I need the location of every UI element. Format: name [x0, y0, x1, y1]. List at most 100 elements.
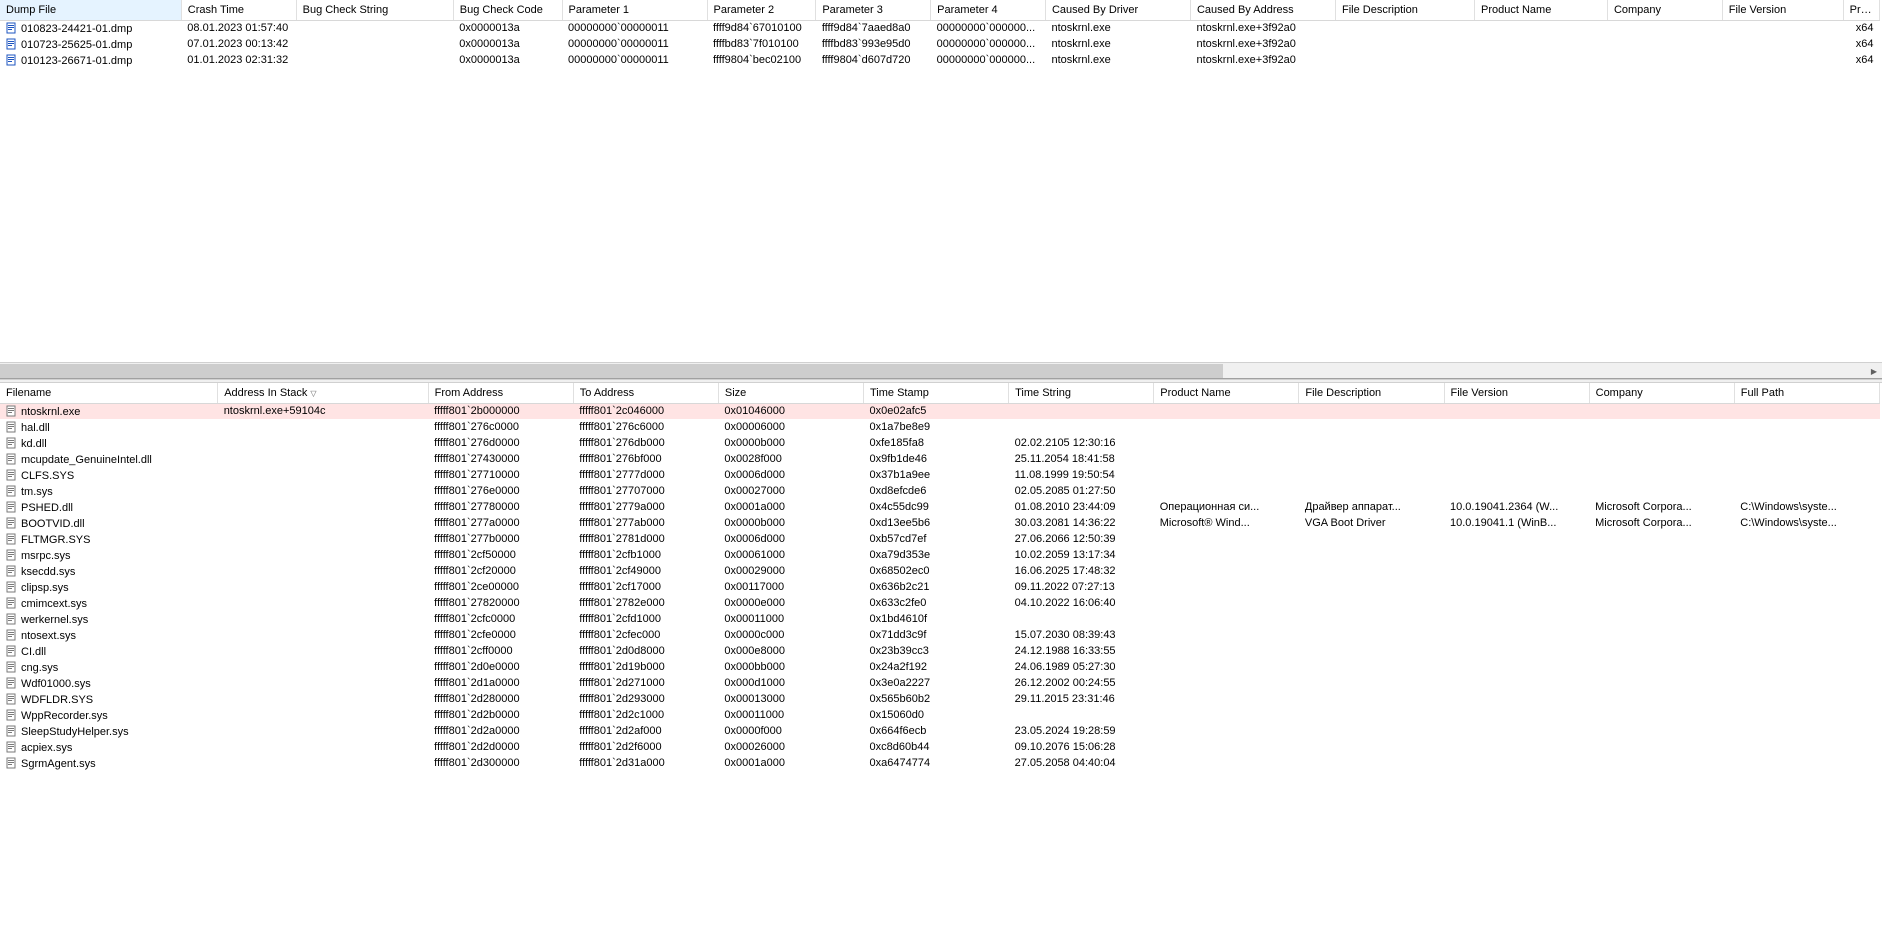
module-row[interactable]: mcupdate_GenuineIntel.dllfffff801`274300… [0, 451, 1880, 467]
cell-comp [1589, 627, 1734, 643]
module-row[interactable]: clipsp.sysfffff801`2ce00000fffff801`2cf1… [0, 579, 1880, 595]
cell-path: C:\Windows\syste... [1734, 499, 1879, 515]
module-row[interactable]: cng.sysfffff801`2d0e0000fffff801`2d19b00… [0, 659, 1880, 675]
module-row[interactable]: kd.dllfffff801`276d0000fffff801`276db000… [0, 435, 1880, 451]
module-row[interactable]: ntosext.sysfffff801`2cfe0000fffff801`2cf… [0, 627, 1880, 643]
module-row[interactable]: Wdf01000.sysfffff801`2d1a0000fffff801`2d… [0, 675, 1880, 691]
file-icon [6, 581, 18, 593]
column-header-from[interactable]: From Address [428, 383, 573, 403]
scroll-right-arrow[interactable]: ▶ [1866, 363, 1882, 379]
cell-tstr: 25.11.2054 18:41:58 [1009, 451, 1154, 467]
cell-size: 0x0006d000 [718, 531, 863, 547]
dump-row[interactable]: 010723-25625-01.dmp07.01.2023 00:13:420x… [0, 36, 1880, 52]
module-row[interactable]: cmimcext.sysfffff801`27820000fffff801`27… [0, 595, 1880, 611]
column-header-fn[interactable]: Filename [0, 383, 218, 403]
module-row[interactable]: tm.sysfffff801`276e0000fffff801`27707000… [0, 483, 1880, 499]
module-row[interactable]: acpiex.sysfffff801`2d2d0000fffff801`2d2f… [0, 739, 1880, 755]
cell-from: fffff801`27710000 [428, 467, 573, 483]
column-header-bcc[interactable]: Bug Check Code [453, 0, 562, 20]
cell-size: 0x0001a000 [718, 755, 863, 771]
column-header-p3[interactable]: Parameter 3 [816, 0, 931, 20]
column-header-cbd[interactable]: Caused By Driver [1045, 0, 1190, 20]
module-row[interactable]: PSHED.dllfffff801`27780000fffff801`2779a… [0, 499, 1880, 515]
cell-prod [1154, 451, 1299, 467]
cell-from: fffff801`27430000 [428, 451, 573, 467]
cell-tstr: 16.06.2025 17:48:32 [1009, 563, 1154, 579]
module-row[interactable]: WDFLDR.SYSfffff801`2d280000fffff801`2d29… [0, 691, 1880, 707]
horizontal-scrollbar[interactable]: ◀ ▶ [0, 362, 1882, 378]
cell-crash: 08.01.2023 01:57:40 [181, 20, 296, 36]
cell-to: fffff801`2781d000 [573, 531, 718, 547]
column-header-p2[interactable]: Parameter 2 [707, 0, 816, 20]
file-icon [6, 485, 18, 497]
column-header-fdesc[interactable]: File Description [1336, 0, 1475, 20]
cell-fn: kd.dll [0, 435, 218, 451]
column-header-ts[interactable]: Time Stamp [864, 383, 1009, 403]
cell-fn: PSHED.dll [0, 499, 218, 515]
module-row[interactable]: hal.dllfffff801`276c0000fffff801`276c600… [0, 419, 1880, 435]
cell-fdesc [1299, 707, 1444, 723]
cell-from: fffff801`276c0000 [428, 419, 573, 435]
module-row[interactable]: BOOTVID.dllfffff801`277a0000fffff801`277… [0, 515, 1880, 531]
cell-path [1734, 675, 1879, 691]
column-header-pname[interactable]: Product Name [1475, 0, 1608, 20]
cell-path [1734, 435, 1879, 451]
module-row[interactable]: SleepStudyHelper.sysfffff801`2d2a0000fff… [0, 723, 1880, 739]
column-header-ais[interactable]: Address In Stack▽ [218, 383, 428, 403]
cell-comp [1589, 563, 1734, 579]
column-header-comp[interactable]: Company [1589, 383, 1734, 403]
column-header-fver[interactable]: File Version [1444, 383, 1589, 403]
cell-size: 0x00011000 [718, 611, 863, 627]
column-header-tstr[interactable]: Time String [1009, 383, 1154, 403]
module-row[interactable]: SgrmAgent.sysfffff801`2d300000fffff801`2… [0, 755, 1880, 771]
module-row[interactable]: WppRecorder.sysfffff801`2d2b0000fffff801… [0, 707, 1880, 723]
cell-ts: 0x636b2c21 [864, 579, 1009, 595]
column-header-comp[interactable]: Company [1607, 0, 1722, 20]
column-header-prod[interactable]: Product Name [1154, 383, 1299, 403]
column-header-to[interactable]: To Address [573, 383, 718, 403]
scroll-thumb[interactable] [0, 364, 1223, 378]
module-row[interactable]: ksecdd.sysfffff801`2cf20000fffff801`2cf4… [0, 563, 1880, 579]
cell-tstr: 27.05.2058 04:40:04 [1009, 755, 1154, 771]
cell-ts: 0x1bd4610f [864, 611, 1009, 627]
module-row[interactable]: CI.dllfffff801`2cff0000fffff801`2d0d8000… [0, 643, 1880, 659]
module-list-pane[interactable]: FilenameAddress In Stack▽From AddressTo … [0, 383, 1882, 931]
file-icon [6, 533, 18, 545]
column-header-bcs[interactable]: Bug Check String [296, 0, 453, 20]
column-header-path[interactable]: Full Path [1734, 383, 1879, 403]
column-header-size[interactable]: Size [718, 383, 863, 403]
cell-ais [218, 659, 428, 675]
cell-fn: tm.sys [0, 483, 218, 499]
cell-fver [1444, 643, 1589, 659]
cell-fver [1444, 563, 1589, 579]
column-header-p1[interactable]: Parameter 1 [562, 0, 707, 20]
module-row[interactable]: werkernel.sysfffff801`2cfc0000fffff801`2… [0, 611, 1880, 627]
cell-fver [1444, 419, 1589, 435]
column-header-dump[interactable]: Dump File [0, 0, 181, 20]
column-header-cba[interactable]: Caused By Address [1190, 0, 1335, 20]
cell-prod [1154, 579, 1299, 595]
column-header-p4[interactable]: Parameter 4 [931, 0, 1046, 20]
cell-ais [218, 419, 428, 435]
dump-list-pane[interactable]: Dump FileCrash TimeBug Check StringBug C… [0, 0, 1882, 379]
file-icon [6, 421, 18, 433]
column-header-fver[interactable]: File Version [1722, 0, 1843, 20]
cell-path: C:\Windows\syste... [1734, 515, 1879, 531]
module-row[interactable]: msrpc.sysfffff801`2cf50000fffff801`2cfb1… [0, 547, 1880, 563]
column-header-fdesc[interactable]: File Description [1299, 383, 1444, 403]
cell-ts: 0x71dd3c9f [864, 627, 1009, 643]
cell-fdesc [1299, 531, 1444, 547]
module-row[interactable]: CLFS.SYSfffff801`27710000fffff801`2777d0… [0, 467, 1880, 483]
file-icon [6, 677, 18, 689]
dump-row[interactable]: 010823-24421-01.dmp08.01.2023 01:57:400x… [0, 20, 1880, 36]
cell-ais [218, 643, 428, 659]
module-row[interactable]: FLTMGR.SYSfffff801`277b0000fffff801`2781… [0, 531, 1880, 547]
cell-ais [218, 435, 428, 451]
cell-prod [1154, 723, 1299, 739]
cell-ts: 0xb57cd7ef [864, 531, 1009, 547]
cell-fver [1722, 36, 1843, 52]
column-header-proc[interactable]: Process [1843, 0, 1879, 20]
column-header-crash[interactable]: Crash Time [181, 0, 296, 20]
dump-row[interactable]: 010123-26671-01.dmp01.01.2023 02:31:320x… [0, 52, 1880, 68]
module-row[interactable]: ntoskrnl.exentoskrnl.exe+59104cfffff801`… [0, 403, 1880, 419]
